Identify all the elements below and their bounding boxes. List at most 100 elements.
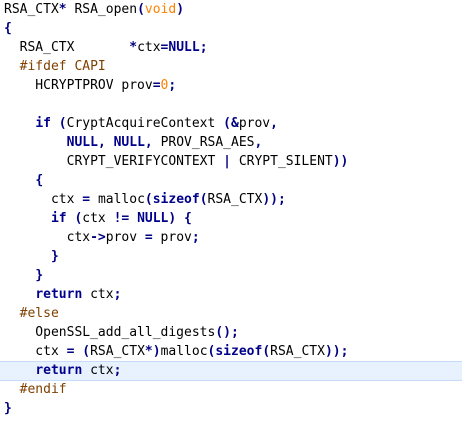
code-line[interactable]: RSA_CTX* RSA_open(void) [4,0,184,19]
code-token: prov [238,116,271,131]
code-line[interactable]: } [4,266,43,285]
code-token: RSA_CTX [4,40,130,55]
code-token: NULL [113,135,145,150]
code-token: #endif [4,382,67,397]
code-token: prov [160,230,192,245]
code-line[interactable]: if (CryptAcquireContext (&prov, [4,114,278,133]
code-token: ) [176,2,185,17]
code-line[interactable]: { [4,19,12,38]
code-token: sizeof [152,192,200,207]
code-token: if [35,116,51,131]
code-token: (& [223,116,239,131]
code-token: ; [113,363,122,378]
code-line[interactable]: NULL, NULL, PROV_RSA_AES, [4,133,263,152]
code-token: RSA_CTX [4,2,59,17]
code-line[interactable]: { [4,171,43,190]
code-token: ctx [4,344,67,359]
code-token: | [223,154,239,169]
code-token: != [113,211,138,226]
code-token: ctx [4,192,83,207]
code-token: if [50,211,67,226]
code-line[interactable]: } [4,247,59,266]
code-line[interactable]: ctx = malloc(sizeof(RSA_CTX)); [4,190,286,209]
code-token: )); [262,192,286,207]
code-token: * [58,2,75,17]
code-token: ( [199,192,208,207]
code-token: )) [332,154,349,169]
code-token: , [97,135,114,150]
code-line[interactable]: #ifdef CAPI [4,57,106,76]
code-token: PROV_RSA_AES [160,135,255,150]
code-line[interactable]: HCRYPTPROV prov=0; [4,76,176,95]
code-token: ( [262,344,271,359]
code-line[interactable]: OpenSSL_add_all_digests(); [4,323,239,342]
code-token: * [129,40,138,55]
code-token: = [82,192,98,207]
code-token: NULL [66,135,98,150]
code-token: OpenSSL_add_all_digests [4,325,216,340]
code-token: } [50,249,59,264]
code-token: *) [144,344,161,359]
code-token: malloc [97,192,145,207]
code-token: , [270,116,278,131]
code-token: ( [144,192,153,207]
code-token: ) { [168,211,192,226]
code-editor[interactable]: RSA_CTX* RSA_open(void){ RSA_CTX *ctx=NU… [0,0,465,422]
code-token: ( [58,116,67,131]
code-token: ; [191,230,200,245]
code-line[interactable]: return ctx; [4,361,121,380]
code-token: ; [168,78,177,93]
code-token: = ( [66,344,91,359]
code-line[interactable]: #else [4,304,59,323]
code-line[interactable]: } [4,399,12,418]
code-line[interactable]: RSA_CTX *ctx=NULL; [4,38,208,57]
code-token: , [144,135,161,150]
code-token: ctx [137,40,161,55]
code-token: RSA_open [74,2,138,17]
code-token: RSA_CTX [207,192,263,207]
code-token: #else [4,306,59,321]
code-token: -> [90,230,106,245]
code-token: { [35,173,44,188]
code-token: CRYPT_SILENT [238,154,333,169]
code-token: , [254,135,263,150]
code-token: )); [324,344,349,359]
code-token: sizeof [215,344,263,359]
code-token: NULL [137,211,169,226]
code-token: HCRYPTPROV prov [4,78,153,93]
code-token: ; [199,40,208,55]
code-token: } [35,268,44,283]
code-line[interactable]: #endif [4,380,67,399]
code-token: CRYPT_VERIFYCONTEXT [4,154,224,169]
code-token: return [35,287,83,302]
code-token: RSA_CTX [270,344,325,359]
code-token: RSA_CTX [90,344,145,359]
code-token: = [144,230,161,245]
code-token: CryptAcquireContext [66,116,224,131]
code-token: (); [215,325,239,340]
code-line[interactable]: CRYPT_VERIFYCONTEXT | CRYPT_SILENT)) [4,152,349,171]
code-token: ctx [82,287,114,302]
code-token: { [4,21,12,36]
code-line[interactable]: if (ctx != NULL) { [4,209,192,228]
code-token: prov [105,230,145,245]
code-token: return [35,363,83,378]
code-token: ctx [82,211,114,226]
code-token: = [152,78,161,93]
code-line[interactable]: ctx->prov = prov; [4,228,200,247]
code-token: } [4,401,12,416]
code-token: ctx [4,230,91,245]
code-line[interactable]: ctx = (RSA_CTX*)malloc(sizeof(RSA_CTX)); [4,342,348,361]
code-line[interactable]: return ctx; [4,285,121,304]
code-token: ctx [82,363,114,378]
code-token: #ifdef CAPI [4,59,106,74]
